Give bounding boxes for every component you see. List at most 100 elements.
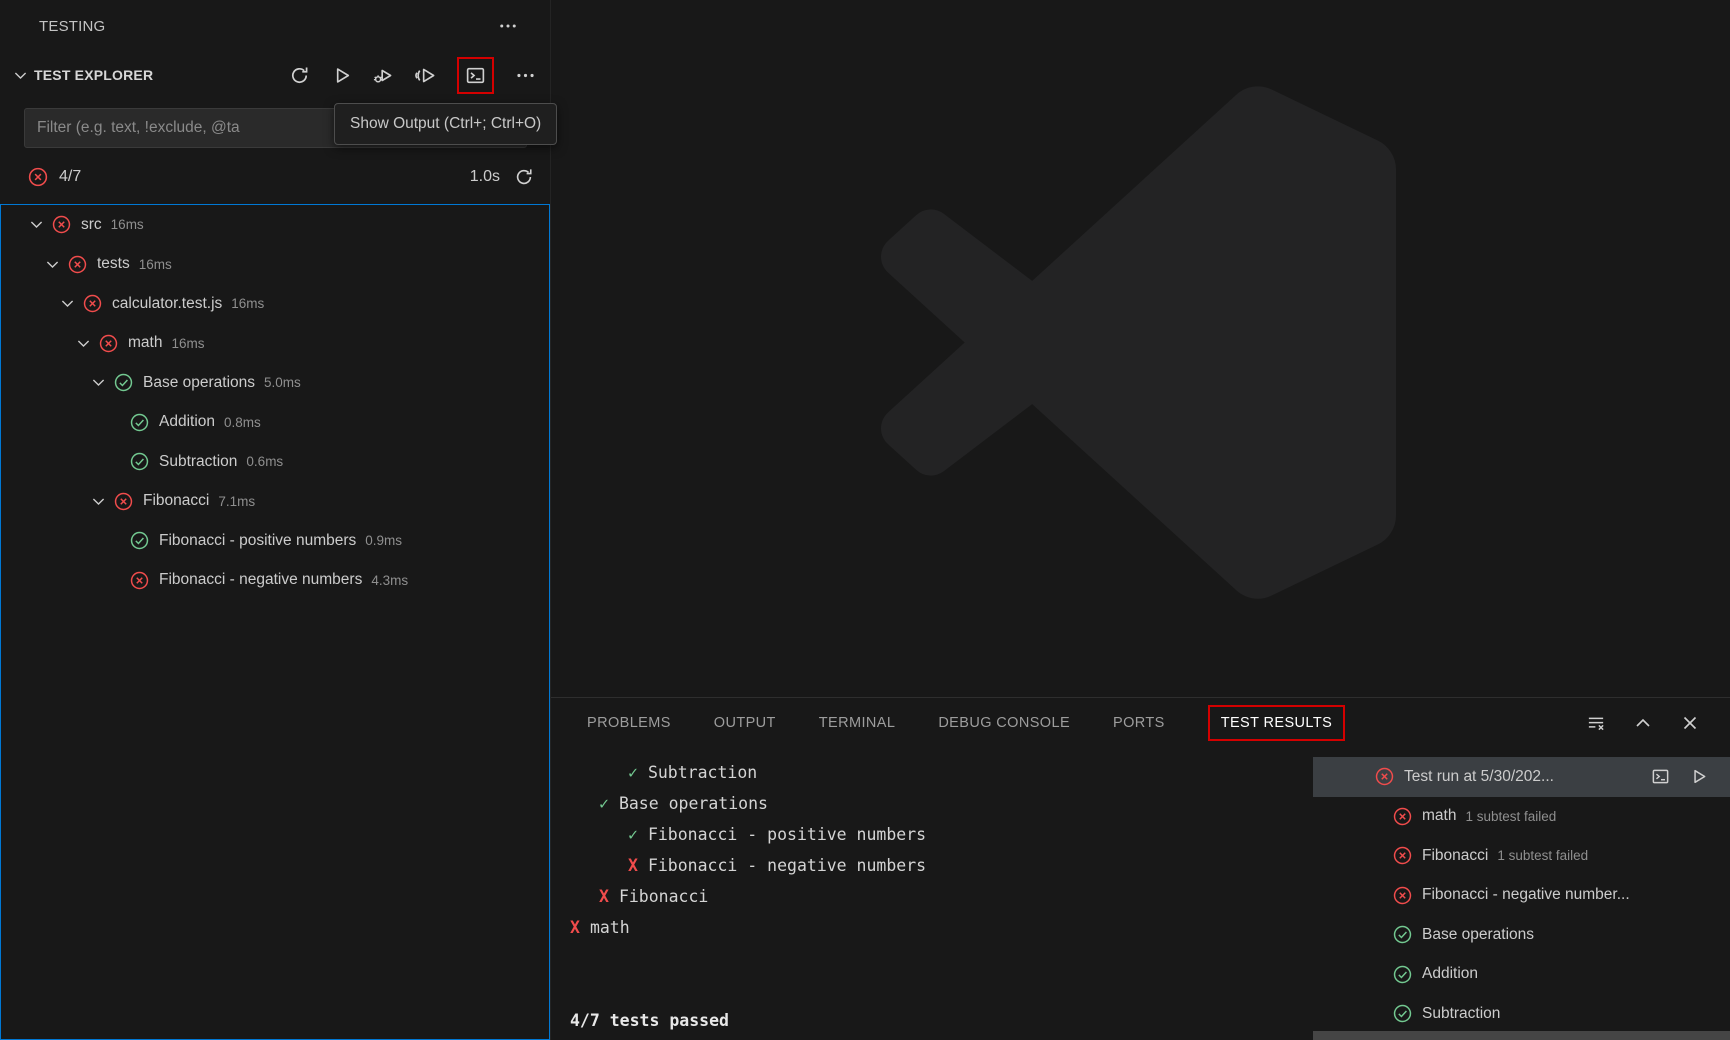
bottom-panel: PROBLEMS OUTPUT TERMINAL DEBUG CONSOLE P… — [551, 697, 1730, 1040]
tab-test-results[interactable]: TEST RESULTS — [1221, 715, 1332, 731]
fail-mark: X — [570, 918, 580, 937]
tree-item-src[interactable]: src 16ms — [1, 205, 549, 245]
result-item-test-run[interactable]: Test run at 5/30/202... — [1313, 757, 1730, 797]
chevron-down-icon[interactable] — [52, 295, 82, 312]
test-run-duration: 1.0s — [470, 168, 500, 186]
pass-mark: ✓ — [628, 763, 638, 782]
fail-icon — [1375, 767, 1394, 786]
test-label: Fibonacci - positive numbers — [159, 532, 356, 550]
test-results-tree: Test run at 5/30/202... math 1 subtest f… — [1313, 757, 1730, 1040]
debug-all-tests-button[interactable] — [373, 65, 394, 86]
close-icon — [1680, 713, 1700, 733]
result-item-subtraction[interactable]: Subtraction — [1313, 994, 1730, 1034]
tree-item-addition[interactable]: Addition 0.8ms — [1, 403, 549, 443]
tab-ports[interactable]: PORTS — [1113, 715, 1165, 731]
output-line: ✓Base operations — [570, 788, 1313, 819]
fail-icon — [1393, 807, 1412, 826]
test-explorer-toolbar — [289, 57, 536, 94]
tree-item-fibonacci-positive[interactable]: Fibonacci - positive numbers 0.9ms — [1, 521, 549, 561]
tree-item-fibonacci-negative[interactable]: Fibonacci - negative numbers 4.3ms — [1, 561, 549, 601]
result-suffix: 1 subtest failed — [1465, 809, 1556, 824]
output-text: math — [590, 918, 630, 937]
chevron-down-icon[interactable] — [68, 335, 98, 352]
coverage-icon — [415, 65, 436, 86]
tab-problems[interactable]: PROBLEMS — [587, 715, 671, 731]
test-duration: 0.6ms — [246, 454, 283, 469]
tree-item-math[interactable]: math 16ms — [1, 324, 549, 364]
fail-icon — [1393, 846, 1412, 865]
more-icon — [498, 16, 518, 36]
run-all-icon — [331, 65, 352, 86]
test-duration: 16ms — [139, 257, 172, 272]
section-collapse-button[interactable] — [12, 67, 29, 84]
rerun-test-run-button[interactable] — [1689, 767, 1708, 786]
annotation-box-test-results: TEST RESULTS — [1208, 705, 1345, 741]
test-status-row: 4/7 1.0s — [0, 158, 550, 196]
tree-item-fibonacci[interactable]: Fibonacci 7.1ms — [1, 482, 549, 522]
tree-item-tests[interactable]: tests 16ms — [1, 245, 549, 285]
test-duration: 7.1ms — [218, 494, 255, 509]
result-item-fibonacci-negative[interactable]: Fibonacci - negative number... — [1313, 876, 1730, 916]
tab-debug-console[interactable]: DEBUG CONSOLE — [938, 715, 1070, 731]
test-explorer-section-header: TEST EXPLORER — [0, 52, 550, 98]
result-label: math — [1422, 807, 1456, 825]
result-row-actions — [1651, 767, 1708, 786]
output-blank-line — [570, 974, 1313, 1005]
pass-icon — [129, 531, 149, 550]
refresh-icon — [514, 167, 534, 187]
show-output-tooltip: Show Output (Ctrl+; Ctrl+O) — [334, 103, 557, 145]
test-duration: 16ms — [231, 296, 264, 311]
test-duration: 0.8ms — [224, 415, 261, 430]
panel-actions — [1586, 713, 1700, 733]
result-item-addition[interactable]: Addition — [1313, 955, 1730, 995]
chevron-down-icon[interactable] — [83, 374, 113, 391]
sidebar-more-actions-button[interactable] — [498, 16, 518, 36]
pass-mark: ✓ — [599, 794, 609, 813]
test-duration: 5.0ms — [264, 375, 301, 390]
test-label: Subtraction — [159, 453, 237, 471]
run-with-coverage-button[interactable] — [415, 65, 436, 86]
test-duration: 16ms — [171, 336, 204, 351]
run-all-tests-button[interactable] — [331, 65, 352, 86]
refresh-icon — [289, 65, 310, 86]
result-label: Fibonacci — [1422, 847, 1488, 865]
show-output-button[interactable] — [1651, 767, 1670, 786]
show-output-button[interactable] — [465, 65, 486, 86]
result-label: Addition — [1422, 965, 1478, 983]
refresh-tests-button[interactable] — [289, 65, 310, 86]
pass-icon — [113, 373, 133, 392]
chevron-up-icon — [1633, 713, 1653, 733]
clear-output-button[interactable] — [1586, 713, 1606, 733]
output-summary: 4/7 tests passed — [570, 1005, 1313, 1036]
maximize-panel-button[interactable] — [1633, 713, 1653, 733]
result-item-base-operations[interactable]: Base operations — [1313, 915, 1730, 955]
result-suffix: 1 subtest failed — [1497, 848, 1588, 863]
tree-item-subtraction[interactable]: Subtraction 0.6ms — [1, 442, 549, 482]
debug-all-icon — [373, 65, 394, 86]
result-item-fibonacci[interactable]: Fibonacci 1 subtest failed — [1313, 836, 1730, 876]
result-label: Fibonacci - negative number... — [1422, 886, 1630, 904]
show-output-icon — [465, 65, 486, 86]
chevron-down-icon[interactable] — [21, 216, 51, 233]
fail-icon — [98, 334, 118, 353]
fail-icon — [28, 167, 48, 187]
editor-area — [551, 0, 1730, 697]
pass-icon — [1393, 1004, 1412, 1023]
fail-icon — [82, 294, 102, 313]
chevron-down-icon[interactable] — [83, 493, 113, 510]
rerun-tests-button[interactable] — [514, 167, 534, 187]
view-more-actions-button[interactable] — [515, 65, 536, 86]
chevron-down-icon[interactable] — [37, 256, 67, 273]
tree-item-base-operations[interactable]: Base operations 5.0ms — [1, 363, 549, 403]
test-output: ✓Subtraction ✓Base operations ✓Fibonacci… — [551, 748, 1313, 1040]
results-horizontal-scrollbar[interactable] — [1313, 1031, 1730, 1040]
tab-terminal[interactable]: TERMINAL — [819, 715, 896, 731]
fail-icon — [67, 255, 87, 274]
tab-output[interactable]: OUTPUT — [714, 715, 776, 731]
close-panel-button[interactable] — [1680, 713, 1700, 733]
output-text: Fibonacci — [619, 887, 708, 906]
output-text: Fibonacci - positive numbers — [648, 825, 926, 844]
tree-item-calculator-test-js[interactable]: calculator.test.js 16ms — [1, 284, 549, 324]
result-item-math[interactable]: math 1 subtest failed — [1313, 797, 1730, 837]
output-text: Fibonacci - negative numbers — [648, 856, 926, 875]
